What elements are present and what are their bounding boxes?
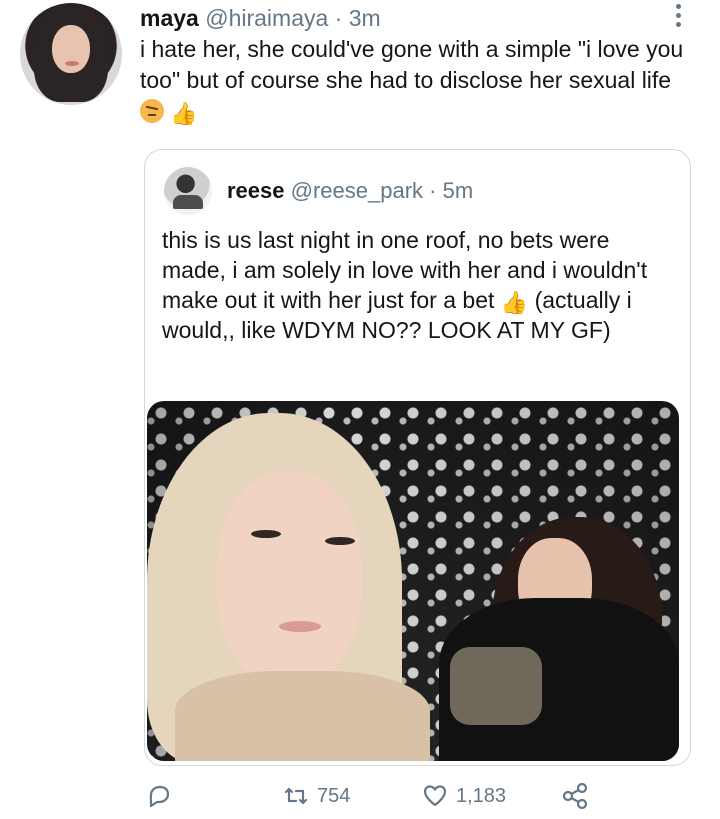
heart-icon <box>423 785 447 807</box>
photo-person-left-top <box>175 671 430 761</box>
author-avatar[interactable] <box>20 3 122 105</box>
tweet-text-content: i hate her, she could've gone with a sim… <box>140 36 684 93</box>
shirt-print <box>450 647 542 725</box>
retweet-count: 754 <box>317 784 351 807</box>
like-button[interactable]: 1,183 <box>421 782 506 810</box>
tweet-text: i hate her, she could've gone with a sim… <box>140 34 700 127</box>
thumbs-up-emoji: 👍 <box>170 101 198 126</box>
quoted-tweet-header: reese @reese_park · 5m <box>227 177 473 205</box>
quoted-tweet[interactable]: reese @reese_park · 5m this is us last n… <box>144 149 691 766</box>
like-count: 1,183 <box>456 784 507 807</box>
retweet-button[interactable]: 754 <box>282 782 350 810</box>
quoted-author-handle[interactable]: @reese_park <box>291 178 423 203</box>
more-options-icon[interactable] <box>672 4 684 30</box>
quoted-author-name[interactable]: reese <box>227 178 285 203</box>
quoted-tweet-time[interactable]: · 5m <box>429 178 473 203</box>
photo-eye-left <box>251 530 281 538</box>
photo-eye-right <box>325 537 355 545</box>
reply-button[interactable] <box>145 782 173 810</box>
quoted-media-photo[interactable] <box>147 401 679 761</box>
reply-icon <box>149 785 170 808</box>
tweet-header: maya @hiraimaya · 3m <box>140 3 381 33</box>
quoted-tweet-text: this is us last night in one roof, no be… <box>162 225 672 345</box>
angry-face-emoji <box>140 99 164 123</box>
tweet-actions: 754 1,183 <box>0 782 720 812</box>
photo-person-left-face <box>217 471 362 686</box>
tweet-card[interactable]: maya @hiraimaya · 3m i hate her, she cou… <box>0 0 720 819</box>
quoted-author-avatar[interactable] <box>164 167 212 215</box>
thumbs-up-emoji: 👍 <box>500 290 529 315</box>
share-button[interactable] <box>561 782 589 810</box>
retweet-icon <box>284 787 308 805</box>
author-handle[interactable]: @hiraimaya <box>205 5 328 31</box>
photo-mouth <box>279 621 321 632</box>
avatar-lips <box>65 61 79 66</box>
share-icon <box>562 782 588 810</box>
author-name[interactable]: maya <box>140 5 199 31</box>
tweet-time[interactable]: · 3m <box>335 5 381 31</box>
